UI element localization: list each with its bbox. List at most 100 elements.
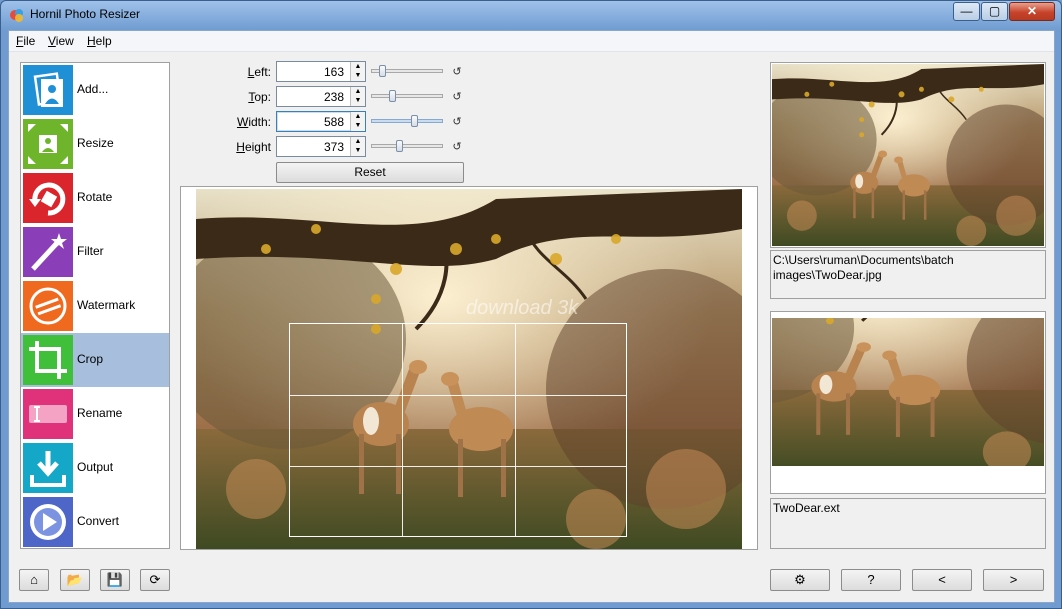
save-button[interactable]: 💾: [100, 569, 130, 591]
output-name-box: TwoDear.ext: [770, 498, 1046, 549]
sidebar-item-rotate[interactable]: Rotate: [21, 171, 169, 225]
minimize-button[interactable]: —: [953, 2, 980, 21]
spin-down-icon[interactable]: ▼: [351, 71, 365, 80]
source-thumbnail: [770, 62, 1046, 248]
previous-button[interactable]: <: [912, 569, 972, 591]
width-label: Width:: [236, 115, 271, 129]
slider-thumb[interactable]: [379, 65, 386, 77]
spin-up-icon[interactable]: ▲: [351, 112, 365, 121]
reset-left-icon[interactable]: ↺: [450, 65, 464, 79]
width-value: 588: [323, 115, 344, 129]
resize-icon: [23, 119, 73, 169]
slider-track: [371, 119, 443, 123]
sidebar-item-filter[interactable]: Filter: [21, 225, 169, 279]
rotate-icon: [23, 173, 73, 223]
spin-up-icon[interactable]: ▲: [351, 62, 365, 71]
height-spin-buttons[interactable]: ▲ ▼: [350, 137, 365, 156]
slider-thumb[interactable]: [396, 140, 403, 152]
reset-button-label: Reset: [354, 165, 386, 179]
maximize-button[interactable]: ▢: [981, 2, 1008, 21]
width-spin-buttons[interactable]: ▲ ▼: [350, 112, 365, 131]
sidebar-item-label: Filter: [77, 244, 104, 258]
left-slider[interactable]: [371, 62, 443, 81]
left-label: Left:: [247, 65, 271, 79]
close-button[interactable]: ✕: [1009, 2, 1055, 21]
floppy-icon: 💾: [106, 572, 124, 587]
spin-down-icon[interactable]: ▼: [351, 146, 365, 155]
client-area: File View Help Add... Resize Rotate Filt…: [8, 30, 1055, 603]
window-title: Hornil Photo Resizer: [30, 7, 141, 21]
reset-height-icon[interactable]: ↺: [450, 140, 464, 154]
question-icon: ?: [867, 572, 875, 587]
spin-down-icon[interactable]: ▼: [351, 96, 365, 105]
top-spin-buttons[interactable]: ▲ ▼: [350, 87, 365, 106]
top-label: Top:: [248, 90, 271, 104]
open-folder-button[interactable]: 📂: [60, 569, 90, 591]
spin-down-icon[interactable]: ▼: [351, 121, 365, 130]
source-path-box: C:\Users\ruman\Documents\batch images\Tw…: [770, 250, 1046, 299]
sidebar-item-label: Convert: [77, 514, 120, 528]
title-bar[interactable]: Hornil Photo Resizer — ▢ ✕: [1, 1, 1061, 29]
width-spinbox[interactable]: 588 ▲ ▼: [276, 111, 366, 132]
sidebar-item-label: Resize: [77, 136, 114, 150]
menu-help[interactable]: Help: [87, 34, 112, 48]
filter-wand-icon: [23, 227, 73, 277]
slider-thumb[interactable]: [411, 115, 418, 127]
output-thumbnail: [770, 311, 1046, 494]
reset-width-icon[interactable]: ↺: [450, 115, 464, 129]
slider-track: [371, 94, 443, 98]
sidebar-item-rename[interactable]: Rename: [21, 387, 169, 441]
reset-button[interactable]: Reset: [276, 162, 464, 183]
height-value: 373: [323, 140, 344, 154]
slider-thumb[interactable]: [389, 90, 396, 102]
next-button[interactable]: >: [983, 569, 1044, 591]
menu-file[interactable]: File: [16, 34, 35, 48]
home-icon: ⌂: [30, 572, 38, 587]
app-window: Hornil Photo Resizer — ▢ ✕ File View Hel…: [0, 0, 1062, 609]
sidebar-item-output[interactable]: Output: [21, 441, 169, 495]
sidebar-item-resize[interactable]: Resize: [21, 117, 169, 171]
left-value: 163: [323, 65, 344, 79]
app-logo-icon: [10, 9, 23, 22]
sidebar-item-label: Add...: [77, 82, 109, 96]
image-canvas[interactable]: download 3k: [180, 186, 758, 550]
reset-top-icon[interactable]: ↺: [450, 90, 464, 104]
sidebar-item-label: Rotate: [77, 190, 113, 204]
sidebar-item-crop[interactable]: Crop: [21, 333, 169, 387]
left-spinbox[interactable]: 163 ▲ ▼: [276, 61, 366, 82]
spin-up-icon[interactable]: ▲: [351, 87, 365, 96]
settings-button[interactable]: ⚙: [770, 569, 830, 591]
source-thumbnail-image: [772, 64, 1044, 246]
output-name: TwoDear.ext: [773, 501, 840, 515]
top-value: 238: [323, 90, 344, 104]
sidebar-item-label: Output: [77, 460, 114, 474]
top-slider[interactable]: [371, 87, 443, 106]
crop-gridline: [290, 395, 626, 396]
sidebar-item-watermark[interactable]: Watermark: [21, 279, 169, 333]
crop-gridline: [402, 324, 403, 536]
tool-sidebar: Add... Resize Rotate Filter Watermark Cr…: [20, 62, 170, 549]
refresh-icon: ⟳: [149, 572, 161, 587]
sidebar-item-add[interactable]: Add...: [21, 63, 169, 117]
sidebar-item-label: Watermark: [77, 298, 136, 312]
crop-rectangle[interactable]: [289, 323, 627, 537]
watermark-icon: [23, 281, 73, 331]
crop-gridline: [515, 324, 516, 536]
sidebar-item-convert[interactable]: Convert: [21, 495, 169, 549]
menu-view[interactable]: View: [48, 34, 74, 48]
home-button[interactable]: ⌂: [19, 569, 49, 591]
refresh-button[interactable]: ⟳: [140, 569, 170, 591]
left-spin-buttons[interactable]: ▲ ▼: [350, 62, 365, 81]
sidebar-item-label: Rename: [77, 406, 123, 420]
width-slider[interactable]: [371, 112, 443, 131]
menu-bar: File View Help: [9, 31, 1054, 52]
gears-icon: ⚙: [794, 572, 806, 587]
top-spinbox[interactable]: 238 ▲ ▼: [276, 86, 366, 107]
crop-icon: [23, 335, 73, 385]
help-button[interactable]: ?: [841, 569, 901, 591]
output-download-icon: [23, 443, 73, 493]
spin-up-icon[interactable]: ▲: [351, 137, 365, 146]
height-slider[interactable]: [371, 137, 443, 156]
output-thumbnail-image: [772, 318, 1044, 466]
height-spinbox[interactable]: 373 ▲ ▼: [276, 136, 366, 157]
